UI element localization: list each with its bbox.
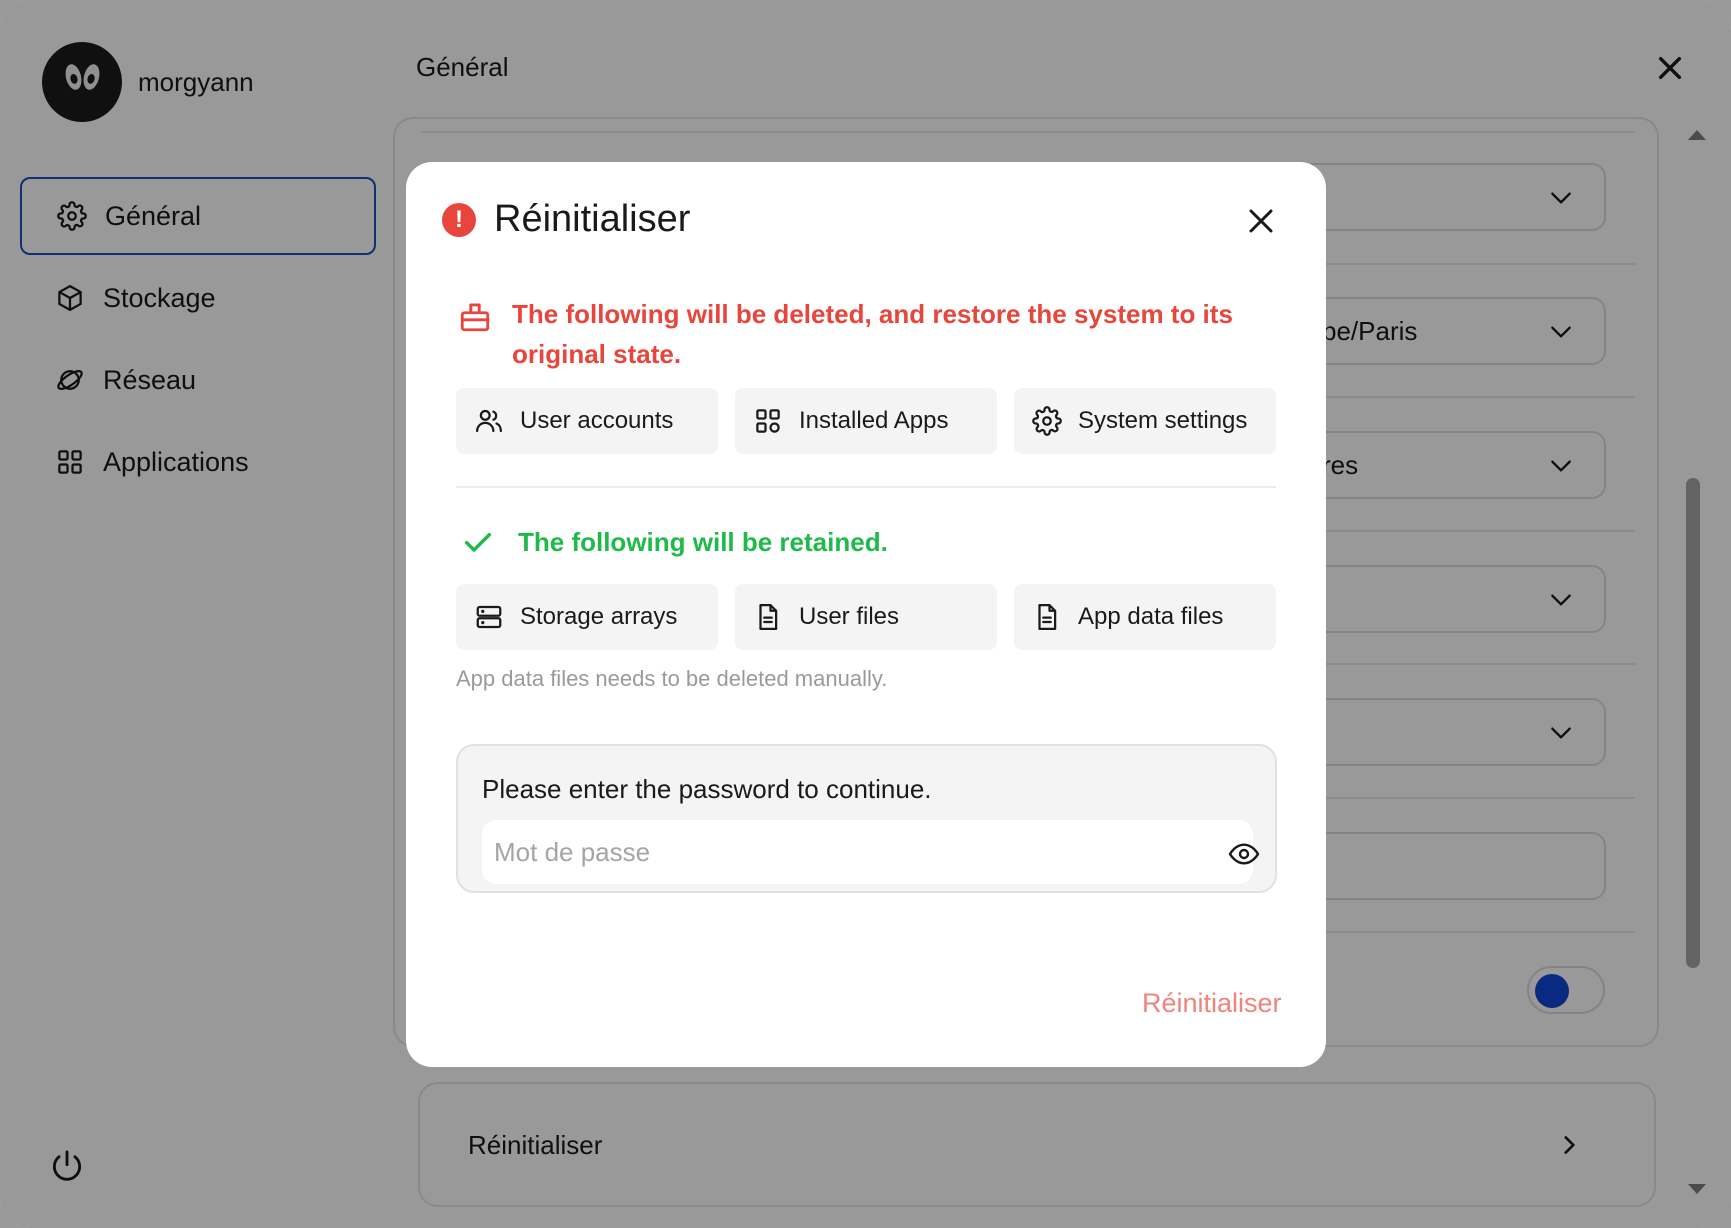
password-input[interactable] (482, 820, 1253, 884)
chip-label: Installed Apps (799, 407, 949, 434)
delete-warning: The following will be deleted, and resto… (458, 294, 1238, 374)
grid-icon (756, 409, 780, 433)
chip-label: App data files (1078, 603, 1224, 630)
server-icon (476, 605, 502, 629)
chip-system-settings: System settings (1014, 388, 1276, 454)
dialog-title: Réinitialiser (494, 198, 691, 240)
chip-label: System settings (1078, 407, 1248, 434)
chip-user-accounts: User accounts (456, 388, 718, 454)
password-section: Please enter the password to continue. (456, 744, 1277, 893)
retain-message: The following will be retained. (518, 526, 888, 557)
close-icon[interactable] (1246, 206, 1276, 236)
file-icon (1038, 604, 1057, 630)
chip-installed-apps: Installed Apps (735, 388, 997, 454)
users-icon (476, 409, 502, 433)
deleted-items: User accounts Installed Apps System sett… (456, 388, 1293, 454)
chip-storage-arrays: Storage arrays (456, 584, 718, 650)
eraser-icon (460, 303, 490, 332)
check-icon (464, 532, 492, 552)
divider (456, 486, 1276, 488)
gear-icon (1032, 406, 1062, 436)
chip-app-data-files: App data files (1014, 584, 1276, 650)
chip-user-files: User files (735, 584, 997, 650)
retain-notice: The following will be retained. (462, 526, 888, 558)
settings-window: morgyann Général Stockage Réseau Applica… (0, 0, 1731, 1228)
reset-dialog: ! Réinitialiser The following will be de… (406, 162, 1326, 1067)
reset-confirm-button[interactable]: Réinitialiser (1142, 988, 1282, 1019)
delete-message: The following will be deleted, and resto… (512, 299, 1233, 369)
eye-icon[interactable] (1228, 838, 1260, 870)
chip-label: User accounts (520, 407, 674, 434)
alert-icon: ! (442, 202, 476, 237)
retained-items: Storage arrays User files App data files (456, 584, 1293, 650)
chip-label: Storage arrays (520, 603, 678, 630)
chip-label: User files (799, 603, 900, 630)
hint-text: App data files needs to be deleted manua… (456, 666, 888, 691)
password-label: Please enter the password to continue. (482, 774, 932, 804)
file-icon (759, 604, 778, 630)
